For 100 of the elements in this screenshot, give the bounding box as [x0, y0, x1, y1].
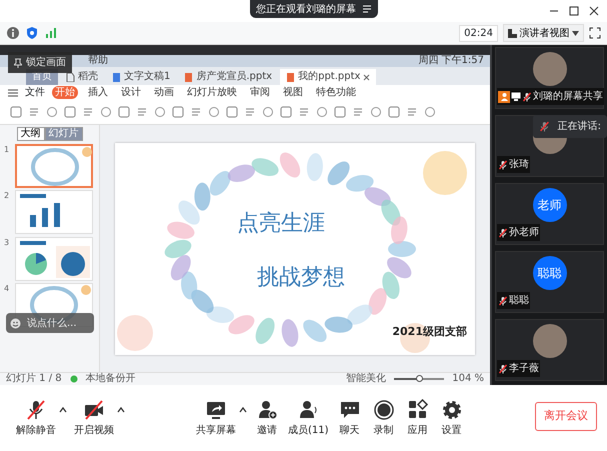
file-menu[interactable]: 文件 [25, 85, 45, 100]
ribbon-tool-icon[interactable] [226, 106, 238, 118]
caret-icon[interactable] [238, 404, 248, 414]
file-icon [286, 72, 296, 82]
chat-input[interactable]: 说点什么... [25, 314, 85, 332]
slide-number: 3 [4, 236, 10, 248]
file-icon [66, 72, 75, 82]
slide-footer: 2021级团支部 [392, 324, 467, 340]
close-icon[interactable] [363, 74, 370, 80]
ribbon-tab[interactable]: 设计 [118, 86, 144, 99]
ribbon-tool-icon[interactable] [280, 106, 292, 118]
ribbon-tool-icon[interactable] [316, 106, 328, 118]
file-icon [184, 72, 194, 82]
ribbon-tab[interactable]: 幻灯片放映 [184, 86, 240, 99]
toolbar-button[interactable]: 开启视频 [72, 398, 116, 438]
file-icon [112, 72, 121, 82]
ribbon-tool-icon[interactable] [10, 106, 22, 118]
signal-icon[interactable] [44, 26, 58, 40]
slide-title: 点亮生涯 [237, 210, 325, 238]
close-icon[interactable] [589, 6, 599, 16]
shield-icon[interactable] [25, 26, 39, 40]
screen-share-icon [511, 92, 521, 101]
ribbon-tool-icon[interactable] [118, 106, 130, 118]
ribbon-tool-icon[interactable] [82, 106, 94, 118]
participant-name: 张琦 [509, 158, 529, 172]
slide-count: 幻灯片 1 / 8 [6, 373, 62, 385]
ribbon-tool-icon[interactable] [244, 106, 256, 118]
photo-placeholder [532, 324, 566, 358]
ribbon-tool-icon[interactable] [334, 106, 346, 118]
participant-name: 孙老师 [509, 226, 539, 240]
emoji-icon[interactable] [10, 318, 21, 328]
leave-meeting-button[interactable]: 离开会议 [535, 402, 597, 430]
zoom-level: 104 % [452, 373, 484, 385]
backup-status-icon [70, 375, 78, 383]
ribbon-tool-icon[interactable] [424, 106, 436, 118]
presenter-view-dropdown[interactable]: 演讲者视图 [503, 24, 584, 42]
ribbon-tool-icon[interactable] [46, 106, 58, 118]
slide-number: 1 [4, 144, 10, 156]
ribbon-tool-icon[interactable] [28, 106, 40, 118]
meeting-timer: 02:24 [459, 24, 498, 42]
ribbon-tool-icon[interactable] [208, 106, 220, 118]
ribbon-tool-icon[interactable] [136, 106, 148, 118]
banner-text: 您正在观看刘璐的屏幕 [256, 2, 356, 16]
speaking-indicator: 正在讲话: [532, 115, 607, 138]
ribbon-tool-icon[interactable] [298, 106, 310, 118]
ribbon-tab[interactable]: 审阅 [247, 86, 273, 99]
ribbon-tab[interactable]: 动画 [151, 86, 177, 99]
menu-icon[interactable] [8, 88, 18, 96]
toolbar-button[interactable]: 共享屏幕 [194, 398, 238, 438]
menu-bar-clock: 周四 下午1:57 [418, 55, 484, 67]
document-tab[interactable]: 我的ppt.pptx [280, 69, 376, 85]
zoom-slider-handle[interactable] [416, 375, 424, 382]
photo-placeholder [532, 52, 566, 86]
caret-icon [572, 30, 579, 36]
beautify-button[interactable]: 智能美化 [346, 373, 386, 385]
ribbon-tool-icon[interactable] [370, 106, 382, 118]
document-tab[interactable]: 房产党宣员.pptx [178, 69, 278, 85]
participant-avatar: 聪聪 [532, 256, 566, 290]
fullscreen-icon[interactable] [589, 27, 601, 39]
ribbon-tool-icon[interactable] [154, 106, 166, 118]
mic-muted-icon [538, 121, 550, 132]
ribbon-tool-icon[interactable] [406, 106, 418, 118]
backup-status: 本地备份开 [86, 373, 136, 385]
toolbar-button[interactable]: 录制 [370, 398, 397, 438]
slide-thumbnail[interactable] [14, 144, 92, 188]
ribbon-tab[interactable]: 特色功能 [313, 86, 359, 99]
layout-icon [508, 28, 517, 38]
ribbon-tool-icon[interactable] [388, 106, 400, 118]
caret-icon[interactable] [58, 404, 68, 414]
caret-icon[interactable] [116, 404, 126, 414]
ribbon-tab[interactable]: 视图 [280, 86, 306, 99]
participant-name: 李子薇 [509, 362, 539, 376]
ribbon-tab[interactable]: 插入 [85, 86, 111, 99]
ribbon-tool-icon[interactable] [100, 106, 112, 118]
slide-number: 2 [4, 190, 10, 202]
pin-icon [14, 58, 22, 68]
document-tab[interactable]: 文字文稿1 [106, 69, 176, 85]
ribbon-tool-icon[interactable] [262, 106, 274, 118]
maximize-icon[interactable] [569, 6, 579, 16]
ribbon-tool-icon[interactable] [64, 106, 76, 118]
info-icon[interactable] [6, 26, 20, 40]
participant-name: 刘璐的屏幕共享 [533, 90, 603, 104]
toolbar-button[interactable]: 成员(11) [286, 398, 331, 438]
toolbar-button[interactable]: 设置 [438, 398, 465, 438]
participant-avatar: 老师 [532, 188, 566, 222]
toolbar-button[interactable]: 解除静音 [14, 398, 58, 438]
slide-subtitle: 挑战梦想 [257, 264, 345, 292]
toolbar-button[interactable]: 聊天 [336, 398, 363, 438]
view-label: 演讲者视图 [520, 26, 570, 40]
chat-bar[interactable]: 说点什么... [6, 313, 94, 333]
ribbon-tool-icon[interactable] [172, 106, 184, 118]
panel-tab[interactable]: 大纲 [16, 127, 44, 141]
menu-item[interactable]: 帮助 [88, 55, 108, 67]
toolbar-button[interactable]: 邀请 [254, 398, 280, 438]
ribbon-tool-icon[interactable] [352, 106, 364, 118]
slide-number: 4 [4, 283, 10, 295]
participant-name: 聪聪 [509, 294, 529, 308]
toolbar-button[interactable]: 应用 [404, 398, 431, 438]
ribbon-tool-icon[interactable] [190, 106, 202, 118]
lock-screen-button[interactable]: 锁定画面 [8, 52, 72, 73]
